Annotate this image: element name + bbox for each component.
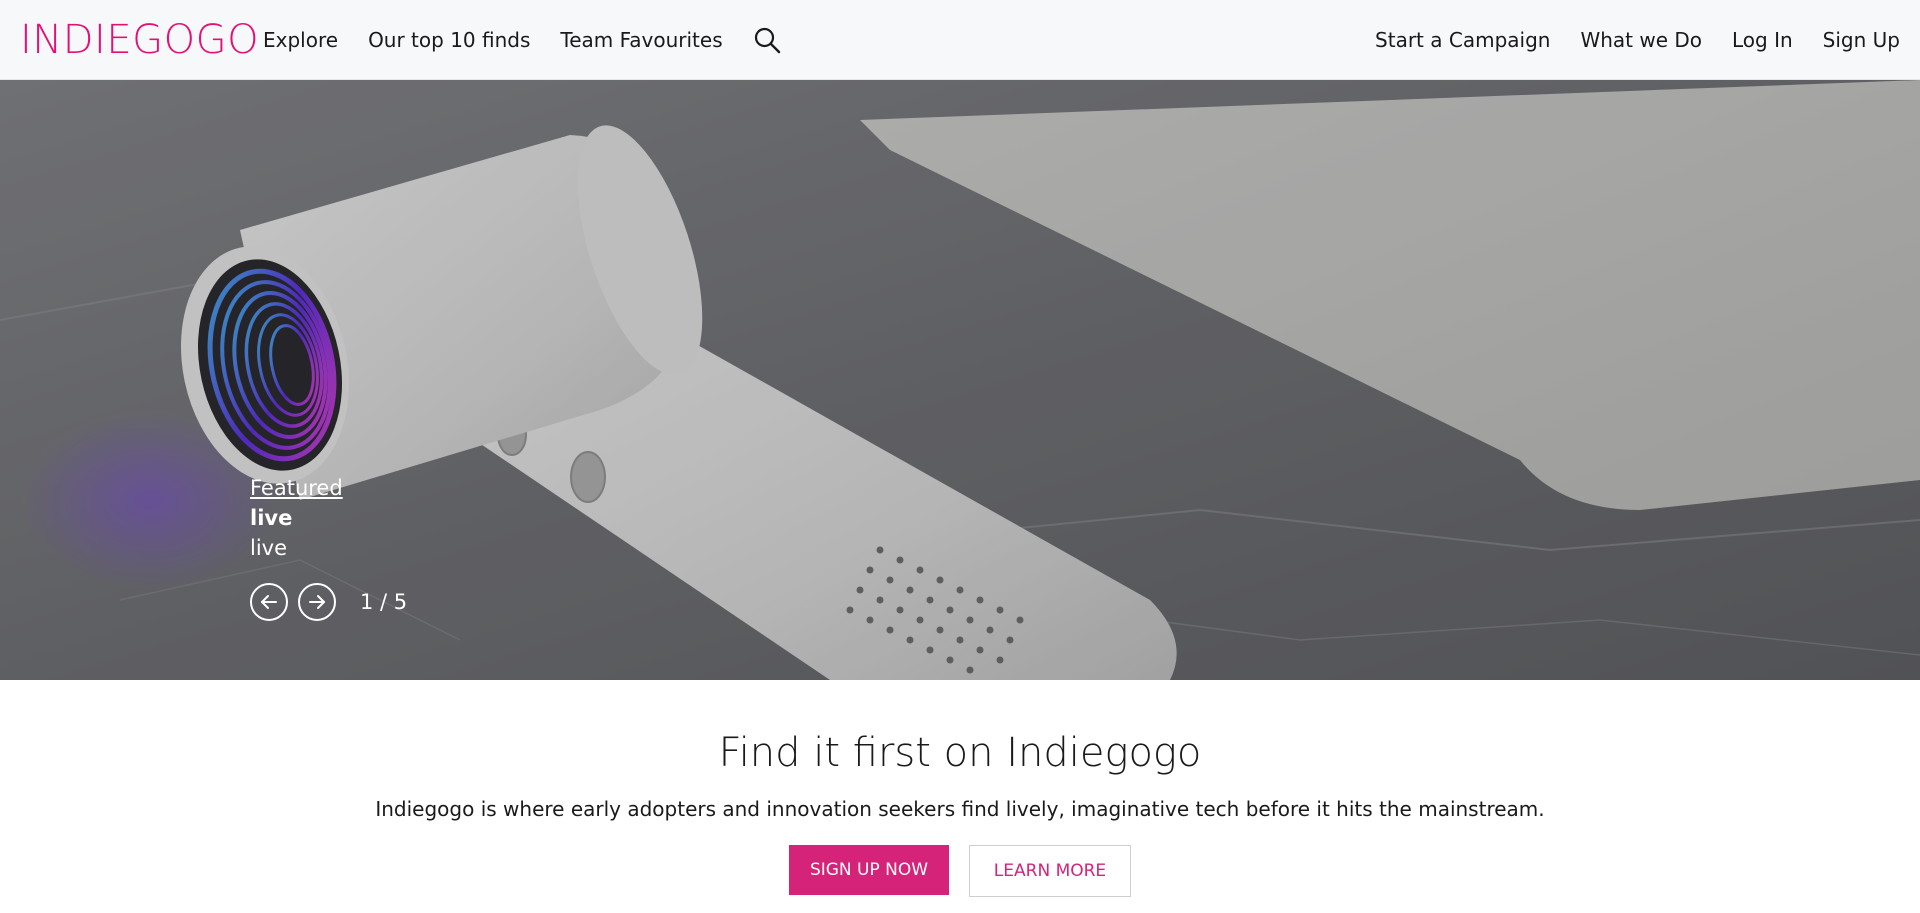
nav-log-in[interactable]: Log In [1732, 28, 1793, 52]
campaign-subtitle: live [250, 536, 288, 560]
hero-caption: Featured live live [250, 473, 343, 563]
featured-link[interactable]: Featured [250, 473, 343, 503]
cta-buttons: SIGN UP NOW LEARN MORE [0, 845, 1920, 897]
nav-explore[interactable]: Explore [263, 28, 338, 52]
top-navigation-bar: INDIEGOGO Explore Our top 10 finds Team … [0, 0, 1920, 80]
intro-section: Find it first on Indiegogo Indiegogo is … [0, 680, 1920, 913]
arrow-left-icon[interactable] [250, 583, 288, 621]
learn-more-button[interactable]: LEARN MORE [969, 845, 1131, 897]
hero-carousel: Featured live live 1 / 5 [0, 80, 1920, 680]
page-description: Indiegogo is where early adopters and in… [375, 797, 1545, 821]
page-headline: Find it first on Indiegogo [718, 730, 1202, 776]
nav-team-favourites[interactable]: Team Favourites [560, 28, 722, 52]
carousel-controls: 1 / 5 [250, 583, 407, 621]
nav-top-10-finds[interactable]: Our top 10 finds [368, 28, 530, 52]
slide-counter: 1 / 5 [360, 590, 408, 614]
nav-sign-up[interactable]: Sign Up [1823, 28, 1900, 52]
primary-nav: Explore Our top 10 finds Team Favourites [263, 0, 781, 80]
indiegogo-logo[interactable]: INDIEGOGO [20, 16, 259, 64]
arrow-right-icon[interactable] [298, 583, 336, 621]
sign-up-now-button[interactable]: SIGN UP NOW [789, 845, 949, 895]
campaign-title: live [250, 506, 293, 530]
search-icon[interactable] [753, 26, 781, 54]
account-nav: Start a Campaign What we Do Log In Sign … [1375, 0, 1900, 80]
nav-start-campaign[interactable]: Start a Campaign [1375, 28, 1550, 52]
nav-what-we-do[interactable]: What we Do [1580, 28, 1702, 52]
